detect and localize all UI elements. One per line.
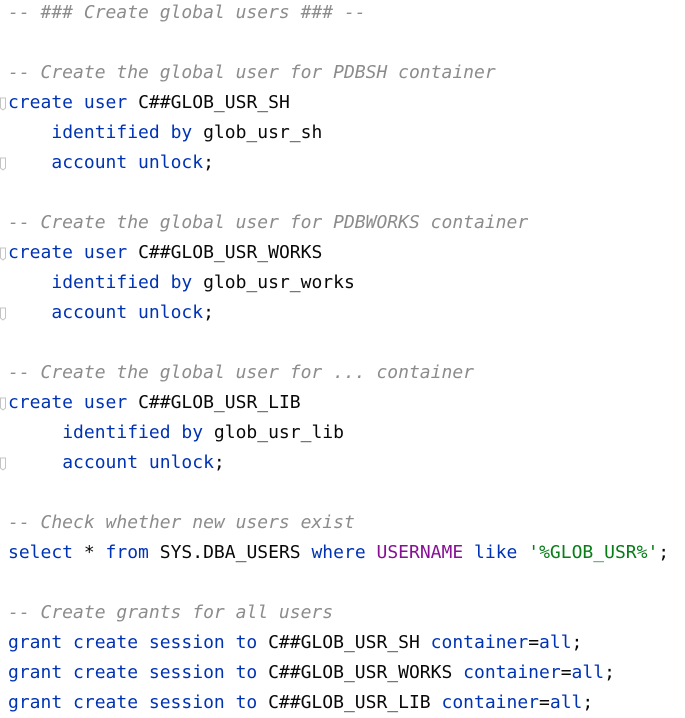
code-token: = — [560, 662, 572, 683]
code-line[interactable]: identified by glob_usr_lib — [8, 418, 344, 448]
code-line[interactable]: -- ### Create global users ### -- — [8, 0, 366, 28]
code-token: user — [83, 92, 128, 113]
code-token: * — [73, 542, 106, 563]
code-token: glob_usr_lib — [203, 422, 344, 443]
code-token: container — [463, 662, 561, 683]
code-token: ; — [582, 692, 594, 713]
code-line[interactable]: select * from SYS.DBA_USERS where USERNA… — [8, 538, 669, 568]
code-token: container — [441, 692, 540, 713]
code-token: all — [571, 662, 605, 683]
code-token: -- Create the global user for ... contai… — [8, 362, 474, 383]
code-line[interactable]: identified by glob_usr_sh — [8, 118, 322, 148]
code-token: C##GLOB_USR_WORKS — [257, 662, 464, 683]
code-token: -- Create grants for all users — [8, 602, 334, 623]
code-token: all — [539, 632, 572, 653]
code-token: grant create session to — [8, 692, 258, 713]
code-line[interactable]: create user C##GLOB_USR_LIB — [8, 388, 301, 418]
fold-end-icon[interactable] — [0, 148, 8, 178]
code-token: glob_usr_sh — [192, 122, 323, 143]
code-token: all — [549, 692, 583, 713]
code-token: C##GLOB_USR_WORKS — [127, 242, 323, 263]
code-token: ; — [571, 632, 583, 653]
code-line[interactable]: account unlock; — [8, 298, 214, 328]
code-line[interactable]: account unlock; — [8, 148, 214, 178]
code-line[interactable]: account unlock; — [8, 448, 225, 478]
code-token: grant create session to — [8, 662, 258, 683]
code-line[interactable]: -- Create the global user for PDBWORKS c… — [8, 208, 528, 238]
code-token: create — [8, 392, 74, 413]
code-line[interactable]: grant create session to C##GLOB_USR_LIB … — [8, 688, 593, 718]
code-token: '%GLOB_USR%' — [528, 542, 659, 563]
code-token: account unlock — [51, 152, 204, 173]
code-token: identified by — [51, 122, 193, 143]
code-token: user — [83, 242, 128, 263]
code-line[interactable]: -- Create the global user for PDBSH cont… — [8, 58, 496, 88]
sql-code-editor[interactable]: -- ### Create global users ### -- -- Crea… — [0, 0, 685, 717]
code-token: C##GLOB_USR_LIB — [127, 392, 301, 413]
fold-end-icon[interactable] — [0, 298, 8, 328]
code-token: where — [311, 542, 366, 563]
code-token: create — [8, 242, 74, 263]
code-token: C##GLOB_USR_SH — [127, 92, 290, 113]
code-token: container — [430, 632, 529, 653]
code-token: ; — [213, 452, 225, 473]
code-token: -- Create the global user for PDBSH cont… — [8, 62, 496, 83]
code-token: account unlock — [51, 302, 204, 323]
code-token: = — [528, 632, 540, 653]
code-token: -- Check whether new users exist — [8, 512, 355, 533]
code-token: ; — [203, 152, 214, 173]
code-token: -- ### Create global users ### -- — [8, 2, 366, 23]
code-token: identified by — [51, 272, 193, 293]
code-line[interactable]: -- Create the global user for ... contai… — [8, 358, 474, 388]
code-line[interactable]: -- Check whether new users exist — [8, 508, 355, 538]
code-line[interactable]: identified by glob_usr_works — [8, 268, 355, 298]
code-token: C##GLOB_USR_SH — [257, 632, 431, 653]
code-token: user — [83, 392, 128, 413]
fold-end-icon[interactable] — [0, 448, 8, 478]
code-line[interactable]: grant create session to C##GLOB_USR_WORK… — [8, 658, 615, 688]
code-token: -- Create the global user for PDBWORKS c… — [8, 212, 529, 233]
code-token: ; — [203, 302, 214, 323]
code-line[interactable]: create user C##GLOB_USR_WORKS — [8, 238, 322, 268]
code-token: C##GLOB_USR_LIB — [257, 692, 442, 713]
fold-start-icon[interactable] — [0, 388, 8, 418]
code-token: USERNAME — [376, 542, 464, 563]
code-token: like — [474, 542, 518, 563]
code-token: ; — [604, 662, 615, 683]
code-line[interactable]: grant create session to C##GLOB_USR_SH c… — [8, 628, 582, 658]
code-token: = — [539, 692, 550, 713]
code-token: account unlock — [62, 452, 214, 473]
fold-start-icon[interactable] — [0, 238, 8, 268]
code-token: create — [8, 92, 74, 113]
code-line[interactable]: -- Create grants for all users — [8, 598, 333, 628]
code-token: ; — [658, 542, 670, 563]
code-token: glob_usr_works — [192, 272, 355, 293]
code-token: from — [105, 542, 149, 563]
fold-start-icon[interactable] — [0, 88, 8, 118]
code-token: SYS.DBA_USERS — [148, 542, 312, 563]
code-token: identified by — [62, 422, 204, 443]
code-token: grant create session to — [8, 632, 258, 653]
code-line[interactable]: create user C##GLOB_USR_SH — [8, 88, 290, 118]
code-token: select — [8, 542, 74, 563]
